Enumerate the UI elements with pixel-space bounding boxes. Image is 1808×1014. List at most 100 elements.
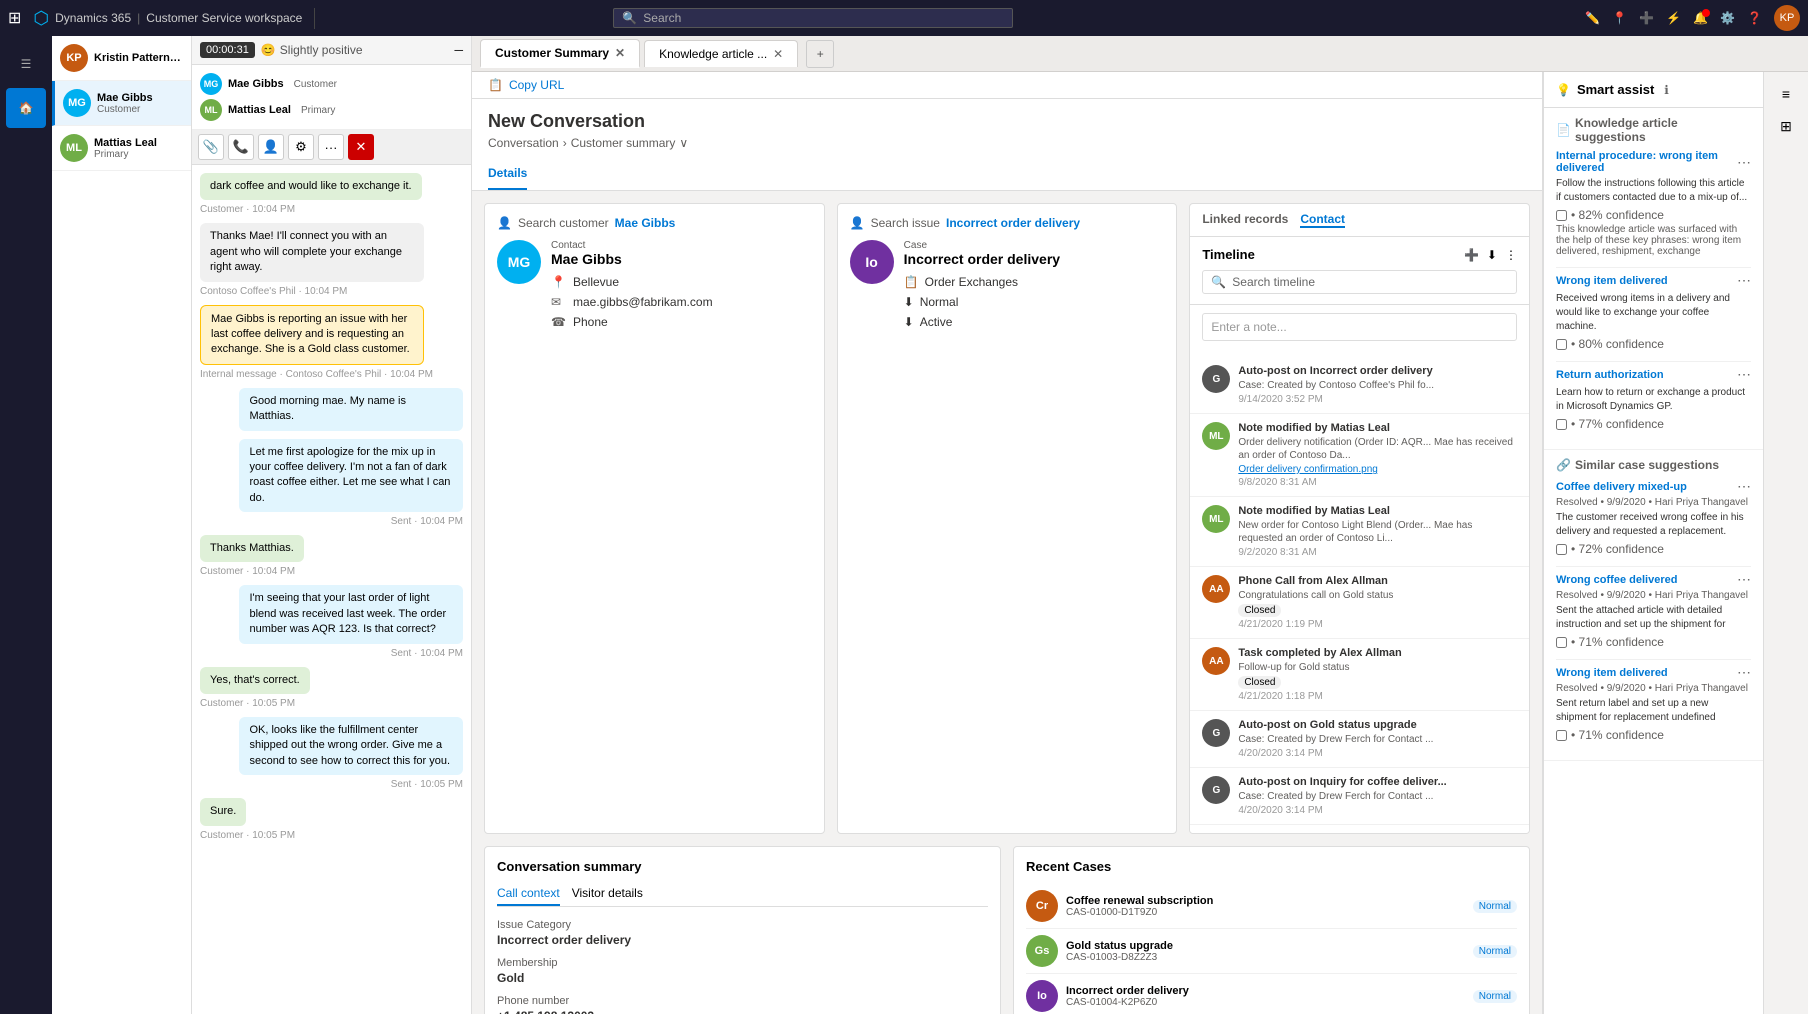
sidebar-hamburger[interactable]: ☰ bbox=[6, 44, 46, 84]
search-customer-value[interactable]: Mae Gibbs bbox=[615, 216, 676, 230]
timeline-more-icon[interactable]: ⋮ bbox=[1505, 248, 1517, 262]
field-membership: Membership Gold bbox=[497, 957, 988, 985]
sa-checkbox-1[interactable] bbox=[1556, 210, 1567, 221]
tab-knowledge-article[interactable]: Knowledge article ... ✕ bbox=[644, 40, 798, 67]
sa-more-6[interactable]: ⋯ bbox=[1737, 571, 1751, 588]
participant-name-mg: Mae Gibbs bbox=[228, 78, 284, 90]
msg-time-8: Customer · 10:05 PM bbox=[200, 698, 463, 709]
sa-item-title-2[interactable]: Wrong item delivered bbox=[1556, 275, 1668, 287]
sa-item-3: Return authorization ⋯ Learn how to retu… bbox=[1556, 366, 1751, 431]
sa-more-5[interactable]: ⋯ bbox=[1737, 478, 1751, 495]
timeline-item-title-2: Note modified by Matias Leal bbox=[1238, 422, 1517, 434]
timeline-note-input[interactable]: Enter a note... bbox=[1202, 313, 1517, 341]
sa-checkbox-2[interactable] bbox=[1556, 339, 1567, 350]
top-nav-icons: ✏️ 📍 ➕ ⚡ 🔔 ⚙️ ❓ KP bbox=[1585, 5, 1800, 31]
timeline-item-date-5: 4/21/2020 1:18 PM bbox=[1238, 691, 1517, 702]
search-bar[interactable]: 🔍 Search bbox=[613, 8, 1013, 28]
participant-role-ml: Primary bbox=[301, 105, 335, 116]
avatar-mg: MG bbox=[63, 89, 91, 117]
sa-checkbox-5[interactable] bbox=[1556, 544, 1567, 555]
user-avatar[interactable]: KP bbox=[1774, 5, 1800, 31]
smart-assist-info-icon[interactable]: ℹ bbox=[1664, 83, 1669, 97]
linked-tab-contact[interactable]: Contact bbox=[1300, 212, 1345, 228]
conv-tab-call-context[interactable]: Call context bbox=[497, 882, 560, 906]
timeline-search[interactable]: 🔍 Search timeline bbox=[1202, 270, 1517, 294]
sa-item-title-7[interactable]: Wrong item delivered bbox=[1556, 667, 1668, 679]
sa-icon-grid[interactable]: ⊞ bbox=[1772, 112, 1800, 140]
participant-name-ml: Mattias Leal bbox=[228, 104, 291, 116]
settings-button[interactable]: ⚙ bbox=[288, 134, 314, 160]
end-button[interactable]: ✕ bbox=[348, 134, 374, 160]
timeline-filter-icon[interactable]: ⬇ bbox=[1487, 248, 1497, 262]
timeline-title: Timeline bbox=[1202, 247, 1255, 262]
help-icon[interactable]: ❓ bbox=[1747, 11, 1762, 25]
add-icon[interactable]: ➕ bbox=[1639, 11, 1654, 25]
sa-item-2: Wrong item delivered ⋯ Received wrong it… bbox=[1556, 272, 1751, 351]
recent-case-2[interactable]: Gs Gold status upgrade CAS-01003-D8Z2Z3 … bbox=[1026, 929, 1517, 974]
sa-checkbox-7[interactable] bbox=[1556, 730, 1567, 741]
app-grid-icon[interactable]: ⊞ bbox=[8, 8, 21, 28]
sa-more-2[interactable]: ⋯ bbox=[1737, 272, 1751, 289]
sa-item-desc-2: Received wrong items in a delivery and w… bbox=[1556, 292, 1751, 334]
field-label-phone: Phone number bbox=[497, 995, 988, 1007]
participant-avatar-ml: ML bbox=[200, 99, 222, 121]
tab-customer-summary[interactable]: Customer Summary ✕ bbox=[480, 39, 640, 68]
sa-item-2-header: Wrong item delivered ⋯ bbox=[1556, 272, 1751, 289]
call-button[interactable]: 📞 bbox=[228, 134, 254, 160]
session-mae[interactable]: MG Mae Gibbs Customer bbox=[52, 81, 191, 126]
settings-icon[interactable]: ⚙️ bbox=[1720, 11, 1735, 25]
add-person-button[interactable]: 👤 bbox=[258, 134, 284, 160]
session-kristin[interactable]: KP Kristin Patternson bbox=[52, 36, 191, 81]
timeline-item-title-3: Note modified by Matias Leal bbox=[1238, 505, 1517, 517]
chat-toolbar: 📎 📞 👤 ⚙ ··· ✕ bbox=[192, 130, 471, 165]
notification-icon[interactable]: 🔔 bbox=[1693, 11, 1708, 25]
search-icon: 🔍 bbox=[622, 11, 637, 25]
minimize-icon[interactable]: ─ bbox=[454, 43, 463, 57]
conv-tab-visitor-details[interactable]: Visitor details bbox=[572, 882, 643, 906]
tab-close-ka-icon[interactable]: ✕ bbox=[773, 47, 783, 61]
breadcrumb-conv[interactable]: Conversation bbox=[488, 136, 559, 150]
location-icon[interactable]: 📍 bbox=[1612, 11, 1627, 25]
sa-checkbox-6[interactable] bbox=[1556, 637, 1567, 648]
sa-icon-list[interactable]: ≡ bbox=[1772, 80, 1800, 108]
session-mattias[interactable]: ML Mattias Leal Primary bbox=[52, 126, 191, 171]
timeline-link-2[interactable]: Order delivery confirmation.png bbox=[1238, 464, 1517, 475]
sa-confidence-text-7: • 71% confidence bbox=[1571, 728, 1664, 742]
recent-case-3[interactable]: Io Incorrect order delivery CAS-01004-K2… bbox=[1026, 974, 1517, 1014]
sa-item-title-1[interactable]: Internal procedure: wrong item delivered bbox=[1556, 150, 1737, 174]
sa-checkbox-3[interactable] bbox=[1556, 419, 1567, 430]
sa-more-7[interactable]: ⋯ bbox=[1737, 664, 1751, 681]
sa-item-title-5[interactable]: Coffee delivery mixed-up bbox=[1556, 481, 1687, 493]
attach-button[interactable]: 📎 bbox=[198, 134, 224, 160]
sa-item-title-6[interactable]: Wrong coffee delivered bbox=[1556, 574, 1677, 586]
timeline-item-desc-3: New order for Contoso Light Blend (Order… bbox=[1238, 519, 1517, 545]
msg-group-4: Good morning mae. My name is Matthias. bbox=[200, 388, 463, 431]
message-3: Mae Gibbs is reporting an issue with her… bbox=[200, 305, 424, 365]
linked-records-card: Linked records Contact Timeline ➕ ⬇ bbox=[1189, 203, 1530, 834]
search-issue-row: 👤 Search issue Incorrect order delivery bbox=[850, 216, 1165, 230]
sa-more-1[interactable]: ⋯ bbox=[1737, 154, 1751, 171]
message-2: Thanks Mae! I'll connect you with an age… bbox=[200, 223, 424, 281]
timeline-add-icon[interactable]: ➕ bbox=[1464, 248, 1479, 262]
case-priority-value: Normal bbox=[920, 295, 959, 309]
sa-item-title-3[interactable]: Return authorization bbox=[1556, 369, 1664, 381]
sidebar-home[interactable]: 🏠 bbox=[6, 88, 46, 128]
copy-url-bar[interactable]: 📋 Copy URL bbox=[472, 72, 1542, 99]
more-button[interactable]: ··· bbox=[318, 134, 344, 160]
session-info-mae: Mae Gibbs Customer bbox=[97, 92, 153, 115]
case-priority: ⬇ Normal bbox=[904, 295, 1060, 309]
sa-item-6: Wrong coffee delivered ⋯ Resolved • 9/9/… bbox=[1556, 571, 1751, 649]
smart-assist-panel: 💡 Smart assist ℹ 📄 Knowledge article sug… bbox=[1543, 72, 1763, 1014]
recent-case-1[interactable]: Cr Coffee renewal subscription CAS-01000… bbox=[1026, 884, 1517, 929]
add-tab-button[interactable]: + bbox=[806, 40, 834, 68]
sa-more-3[interactable]: ⋯ bbox=[1737, 366, 1751, 383]
breadcrumb-summary[interactable]: Customer summary bbox=[571, 136, 676, 150]
detail-tab-nav: Details bbox=[472, 158, 1542, 191]
tab-close-icon[interactable]: ✕ bbox=[615, 46, 625, 60]
search-issue-value[interactable]: Incorrect order delivery bbox=[946, 216, 1080, 230]
timeline-avatar-3: ML bbox=[1202, 505, 1230, 533]
filter-icon[interactable]: ⚡ bbox=[1666, 11, 1681, 25]
edit-icon[interactable]: ✏️ bbox=[1585, 11, 1600, 25]
sa-confidence-7: • 71% confidence bbox=[1556, 728, 1751, 742]
tab-nav-details[interactable]: Details bbox=[488, 158, 527, 190]
